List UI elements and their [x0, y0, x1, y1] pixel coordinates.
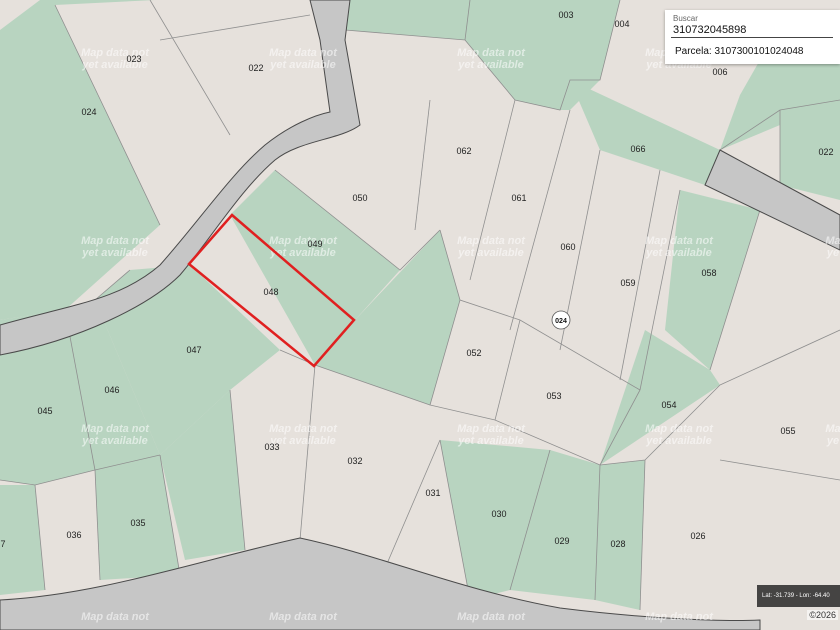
- parcel-label-062: 062: [456, 146, 471, 156]
- svg-text:yet available: yet available: [457, 59, 523, 71]
- parcel-label-033: 033: [264, 442, 279, 452]
- svg-text:Map data not: Map data not: [81, 423, 150, 435]
- parcel-label-061: 061: [511, 193, 526, 203]
- svg-text:Ma: Ma: [825, 423, 840, 435]
- svg-text:Map data not: Map data not: [457, 423, 526, 435]
- svg-text:yet available: yet available: [645, 247, 711, 259]
- search-input[interactable]: [671, 23, 833, 38]
- svg-text:ye: ye: [826, 247, 839, 259]
- svg-text:yet available: yet available: [269, 59, 335, 71]
- svg-text:Map data not: Map data not: [645, 611, 714, 623]
- svg-text:Map data not: Map data not: [457, 235, 526, 247]
- parcel-label-006: 006: [712, 67, 727, 77]
- parcel-label-052: 052: [466, 348, 481, 358]
- parcel-label-066: 066: [630, 144, 645, 154]
- parcel-label-028: 028: [610, 539, 625, 549]
- svg-text:ye: ye: [826, 435, 839, 447]
- parcel-label-058: 058: [701, 268, 716, 278]
- block-marker: 024: [551, 310, 571, 330]
- parcel-label-046: 046: [104, 385, 119, 395]
- search-panel: Buscar Parcela: 3107300101024048: [665, 10, 840, 64]
- parcel-label-004: 004: [614, 19, 629, 29]
- parcel-label-047: 047: [186, 345, 201, 355]
- search-result-item[interactable]: Parcela: 3107300101024048: [675, 46, 803, 57]
- svg-text:Map data not: Map data not: [457, 47, 526, 59]
- parcel-label-036: 036: [66, 530, 81, 540]
- svg-text:yet available: yet available: [81, 247, 147, 259]
- parcel-label-023: 023: [126, 54, 141, 64]
- svg-text:Map data not: Map data not: [269, 235, 338, 247]
- parcel-label-030: 030: [491, 509, 506, 519]
- svg-text:yet available: yet available: [81, 435, 147, 447]
- parcel-label-048: 048: [263, 287, 278, 297]
- svg-text:yet available: yet available: [645, 435, 711, 447]
- svg-text:yet available: yet available: [457, 435, 523, 447]
- svg-text:Map data not: Map data not: [269, 47, 338, 59]
- parcel-label-035: 035: [130, 518, 145, 528]
- svg-text:024: 024: [555, 318, 567, 325]
- parcel-label-050: 050: [352, 193, 367, 203]
- parcel-label-045: 045: [37, 406, 52, 416]
- svg-text:yet available: yet available: [457, 247, 523, 259]
- parcel-label-024: 024: [81, 107, 96, 117]
- parcel-label-032: 032: [347, 456, 362, 466]
- parcel-label-026: 026: [690, 531, 705, 541]
- parcel-label-060: 060: [560, 242, 575, 252]
- parcel-label-049: 049: [307, 239, 322, 249]
- parcel-label-031: 031: [425, 488, 440, 498]
- svg-text:Map data not: Map data not: [457, 611, 526, 623]
- svg-text:Map data not: Map data not: [81, 235, 150, 247]
- coordinates-readout: Lat: -31.739 - Lon: -64.40: [757, 585, 840, 607]
- parcel-label-054: 054: [661, 400, 676, 410]
- parcel-label-022: 022: [248, 63, 263, 73]
- copyright-notice: ©2026: [807, 610, 838, 620]
- parcel-label-037: 7: [0, 539, 5, 549]
- parcel-label-059: 059: [620, 278, 635, 288]
- parcel-label-053: 053: [546, 391, 561, 401]
- parcel-label-022-east: 022: [818, 147, 833, 157]
- svg-text:Map data not: Map data not: [269, 423, 338, 435]
- svg-text:Map data not: Map data not: [645, 423, 714, 435]
- svg-text:Map data not: Map data not: [81, 611, 150, 623]
- parcel-label-055: 055: [780, 426, 795, 436]
- svg-text:Map data not: Map data not: [645, 235, 714, 247]
- parcel-label-003: 003: [558, 10, 573, 20]
- parcel-label-029: 029: [554, 536, 569, 546]
- search-caption: Buscar: [673, 14, 698, 23]
- svg-text:Ma: Ma: [825, 235, 840, 247]
- svg-text:Map data not: Map data not: [269, 611, 338, 623]
- cadastral-map[interactable]: Map data not yet available Map data not …: [0, 0, 840, 630]
